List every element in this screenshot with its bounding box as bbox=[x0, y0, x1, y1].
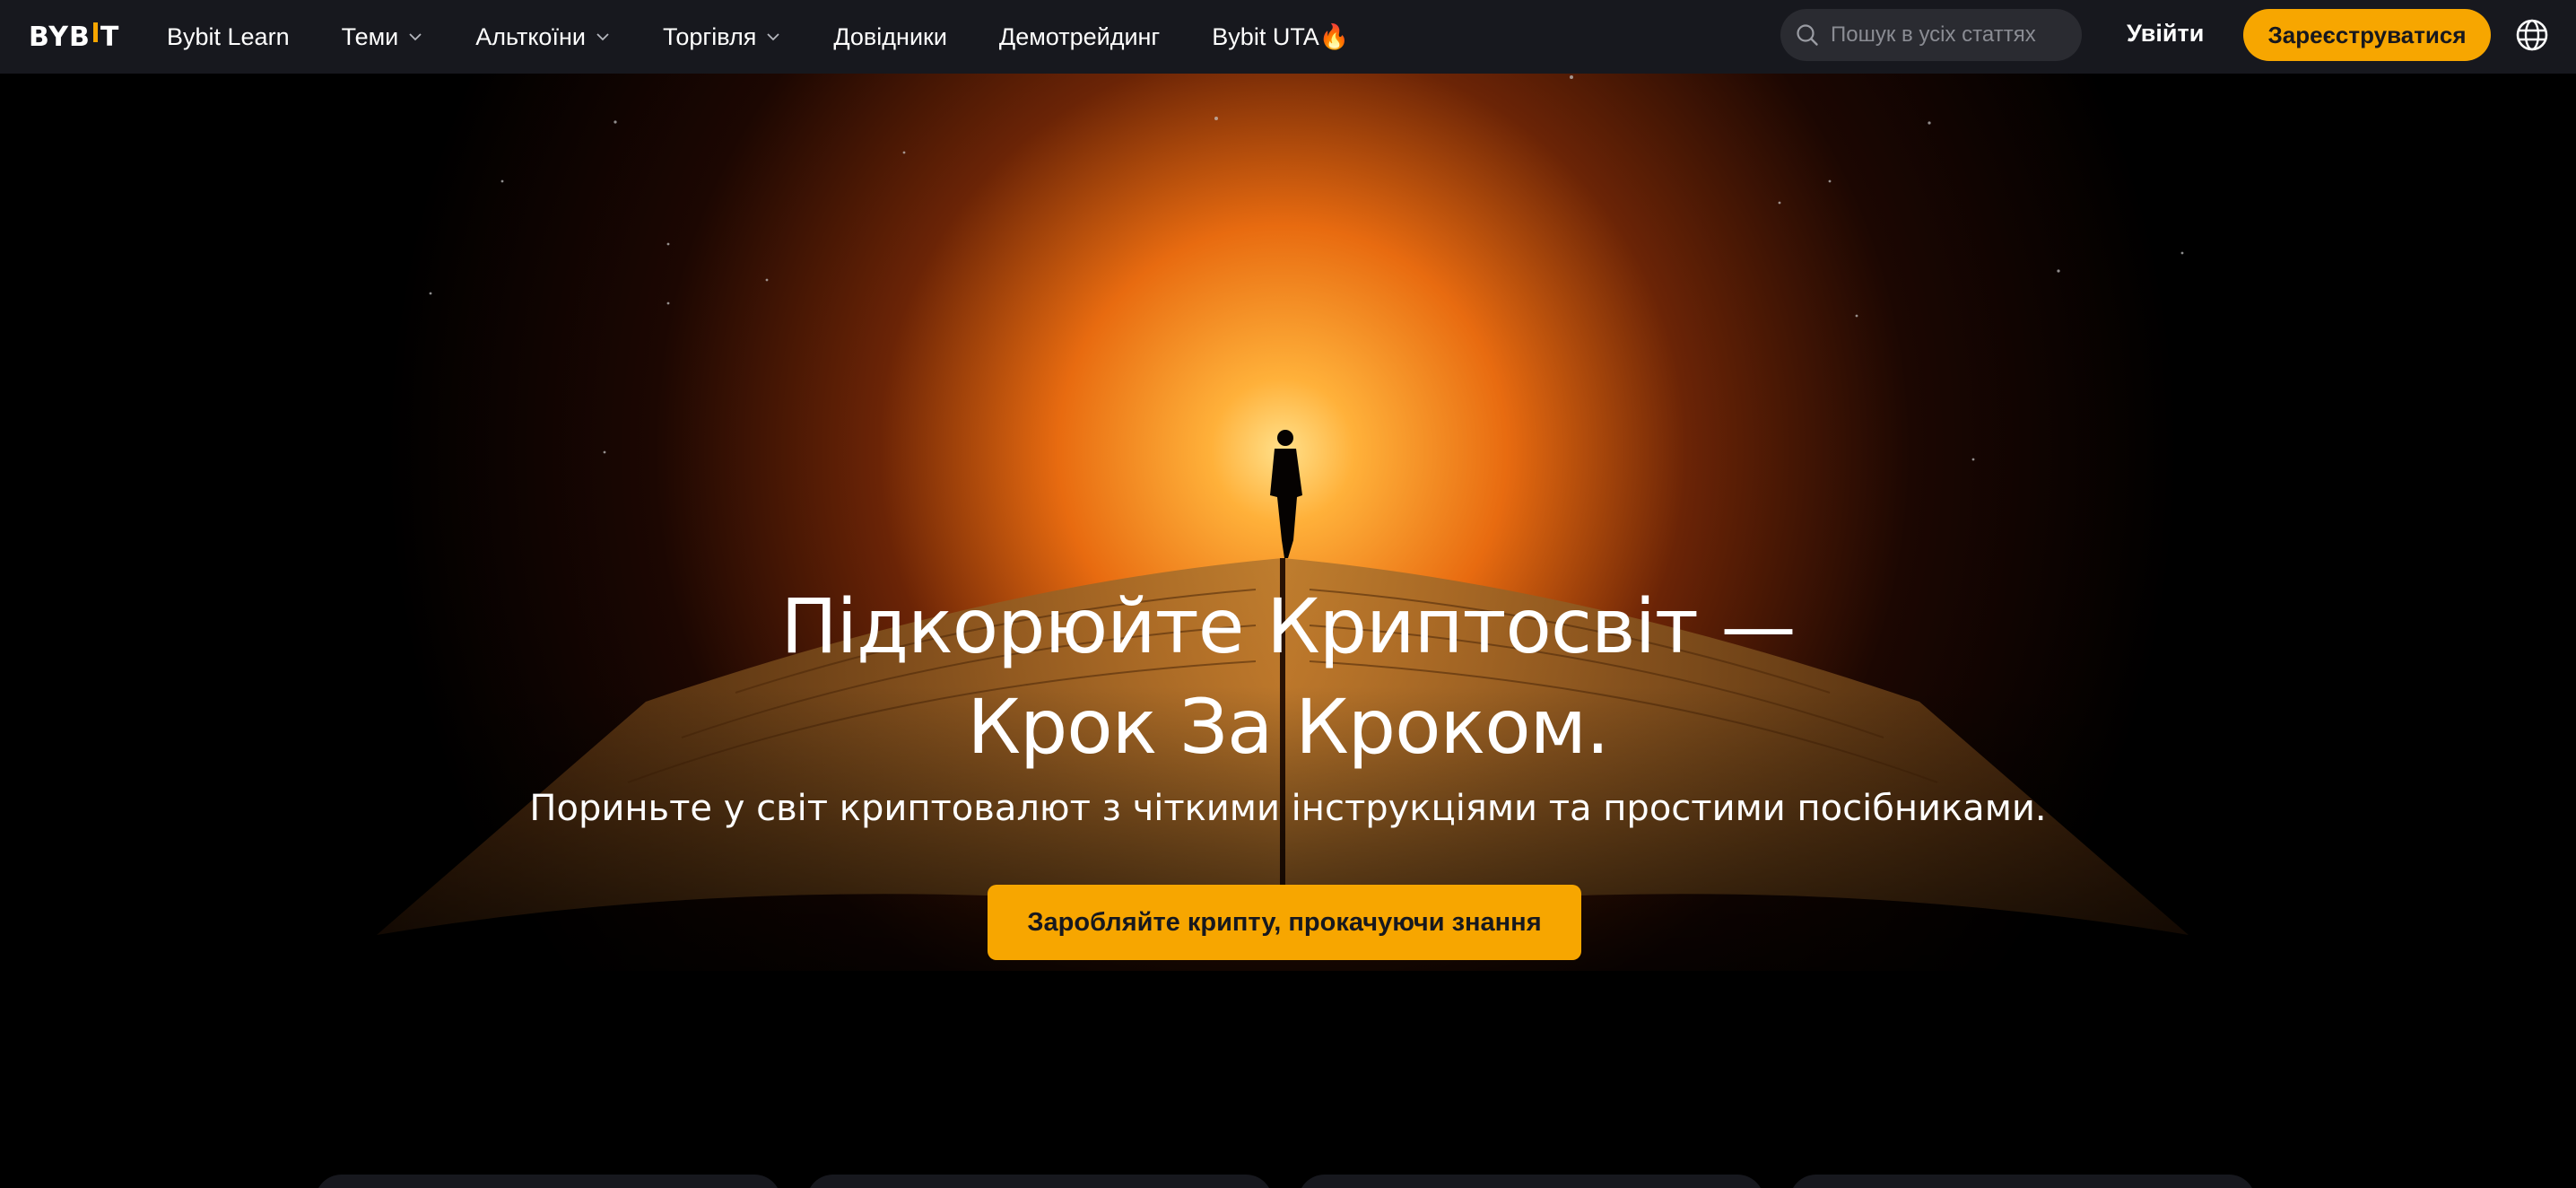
hero-title-line-1: Підкорюйте Криптосвіт — bbox=[780, 582, 1796, 670]
search-input[interactable] bbox=[1831, 22, 2073, 48]
nav-item-bybit-uta[interactable]: Bybit UTA🔥 bbox=[1212, 22, 1349, 51]
hero-title-line-2: Крок За Кроком. bbox=[967, 683, 1609, 771]
hero-section: Підкорюйте Криптосвіт — Крок За Кроком. … bbox=[0, 74, 2576, 1188]
nav-item-label: Bybit UTA🔥 bbox=[1212, 23, 1350, 50]
article-card[interactable] bbox=[1789, 1175, 2256, 1188]
nav-item-label: Bybit Learn bbox=[167, 22, 290, 50]
login-button[interactable]: Увійти bbox=[2127, 20, 2204, 48]
article-card[interactable] bbox=[1298, 1175, 1764, 1188]
nav-item-demo-trading[interactable]: Демотрейдинг bbox=[999, 23, 1160, 51]
nav-item-label: Альткоїни bbox=[475, 22, 586, 50]
hero-subtitle: Пориньте у світ криптовалют з чіткими ін… bbox=[529, 788, 2047, 829]
nav-item-label: Довідники bbox=[833, 22, 947, 50]
nav-item-bybit-learn[interactable]: Bybit Learn bbox=[167, 23, 290, 51]
bybit-logo[interactable]: BYB T bbox=[29, 20, 119, 54]
earn-crypto-cta-button[interactable]: Заробляйте крипту, прокачуючи знання bbox=[988, 885, 1581, 960]
nav-item-trading[interactable]: Торгівля bbox=[663, 23, 781, 51]
main-nav: Bybit Learn Теми Альткоїни Торгівля Дові… bbox=[167, 0, 1401, 74]
nav-item-label: Демотрейдинг bbox=[998, 22, 1161, 50]
search-icon bbox=[1797, 24, 1818, 46]
nav-item-altcoins[interactable]: Альткоїни bbox=[475, 23, 611, 51]
nav-item-topics[interactable]: Теми bbox=[342, 23, 424, 51]
article-card[interactable] bbox=[315, 1175, 781, 1188]
nav-item-label: Торгівля bbox=[662, 22, 757, 50]
search-box[interactable] bbox=[1780, 9, 2082, 61]
article-card[interactable] bbox=[806, 1175, 1273, 1188]
signup-button[interactable]: Зареєструватися bbox=[2243, 9, 2491, 61]
chevron-down-icon bbox=[596, 33, 609, 41]
globe-icon[interactable] bbox=[2514, 17, 2550, 53]
hero-title: Підкорюйте Криптосвіт — Крок За Кроком. bbox=[0, 576, 2576, 777]
nav-item-label: Теми bbox=[341, 22, 399, 50]
top-navbar: BYB T Bybit Learn Теми Альткоїни Торгівля… bbox=[0, 0, 2576, 74]
chevron-down-icon bbox=[767, 33, 779, 41]
nav-item-guides[interactable]: Довідники bbox=[833, 23, 947, 51]
chevron-down-icon bbox=[409, 33, 422, 41]
